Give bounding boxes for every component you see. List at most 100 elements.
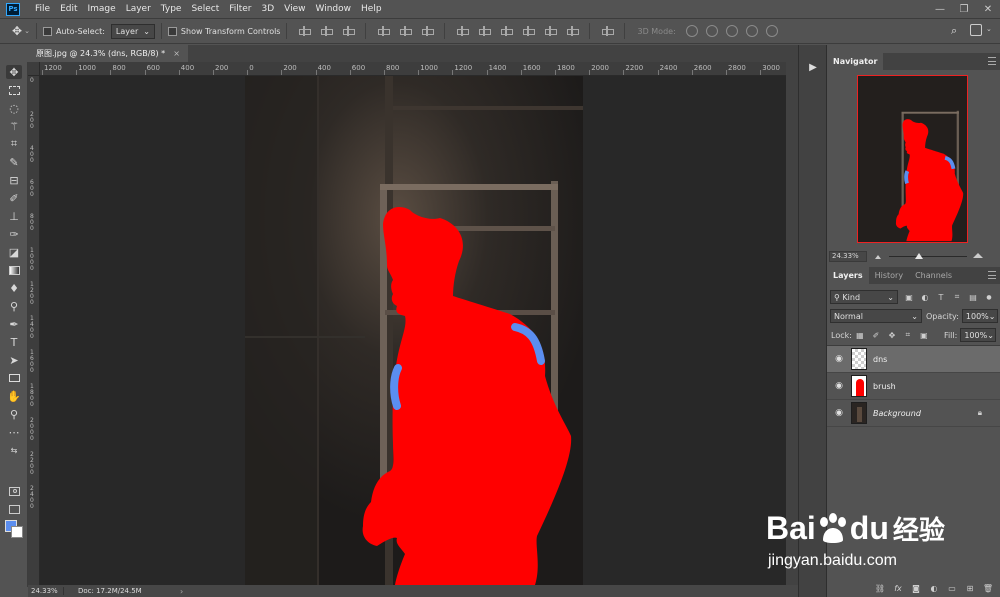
- 3d-slide-icon[interactable]: [745, 25, 758, 37]
- 3d-roll-icon[interactable]: [705, 25, 718, 37]
- quick-mask-icon[interactable]: [6, 484, 22, 498]
- workspace-chevron-down-icon[interactable]: ⌄: [986, 25, 992, 33]
- new-group-icon[interactable]: ▭: [946, 582, 958, 594]
- layers-menu-icon[interactable]: [988, 271, 996, 279]
- filter-pixel-icon[interactable]: ▣: [904, 292, 914, 302]
- filter-shape-icon[interactable]: ⌗: [952, 292, 962, 302]
- menu-image[interactable]: Image: [83, 4, 121, 14]
- document-tab[interactable]: 原图.jpg @ 24.3% (dns, RGB/8) * ×: [28, 45, 188, 62]
- eyedropper-icon[interactable]: ✎: [6, 155, 22, 169]
- link-layers-icon[interactable]: ⛓︎: [874, 582, 886, 594]
- distribute-top-icon[interactable]: [456, 25, 470, 37]
- preset-chevron-down-icon[interactable]: ⌄: [24, 27, 30, 35]
- align-hcenter-icon[interactable]: [399, 25, 413, 37]
- opacity-field[interactable]: 100% ⌄: [961, 309, 998, 323]
- horizontal-ruler[interactable]: 1200 1000 800 600 400 200 0 200 400 600 800 1000 120…: [40, 62, 786, 76]
- stamp-icon[interactable]: ⊥: [6, 209, 22, 223]
- navigator-zoom-field[interactable]: 24.33%: [829, 250, 867, 262]
- vertical-ruler[interactable]: 0 2 0 0 4 0 0 6 0 0 8 0 0 1 0 0 0 1 2 0 0 1 4 0…: [28, 62, 40, 585]
- navigator-slider-handle[interactable]: [915, 253, 923, 259]
- align-right-icon[interactable]: [421, 25, 435, 37]
- distribute-hcenter-icon[interactable]: [544, 25, 558, 37]
- expand-panels-icon[interactable]: ▶: [806, 60, 820, 74]
- show-transform-checkbox[interactable]: [167, 26, 177, 36]
- menu-edit[interactable]: Edit: [55, 4, 82, 14]
- move-icon[interactable]: ✥: [6, 65, 22, 79]
- navigator-menu-icon[interactable]: [988, 57, 996, 65]
- workspace-icon[interactable]: [970, 24, 982, 36]
- distribute-bottom-icon[interactable]: [500, 25, 514, 37]
- visibility-eye-icon[interactable]: ◉: [827, 354, 851, 364]
- menu-3d[interactable]: 3D: [257, 4, 280, 14]
- align-top-icon[interactable]: [298, 25, 312, 37]
- tab-history[interactable]: History: [869, 267, 909, 284]
- pen-icon[interactable]: ✒: [6, 317, 22, 331]
- visibility-eye-icon[interactable]: ◉: [827, 381, 851, 391]
- navigator-zoom-slider[interactable]: [889, 256, 967, 257]
- visibility-eye-icon[interactable]: ◉: [827, 408, 851, 418]
- crop-icon[interactable]: ⌗: [6, 137, 22, 151]
- background-color-swatch[interactable]: [11, 526, 23, 538]
- trash-icon[interactable]: 🗑︎: [982, 582, 994, 594]
- align-bottom-icon[interactable]: [342, 25, 356, 37]
- canvas-area[interactable]: [40, 76, 786, 585]
- filter-type-icon[interactable]: T: [936, 292, 946, 302]
- zoom-icon[interactable]: ⚲: [6, 407, 22, 421]
- magic-wand-icon[interactable]: ⚚: [6, 119, 22, 133]
- blend-mode-dropdown[interactable]: Normal ⌄: [830, 309, 922, 323]
- layer-row-background[interactable]: ◉ Background 🔒︎: [827, 400, 1000, 427]
- new-layer-icon[interactable]: ⊞: [964, 582, 976, 594]
- hand-icon[interactable]: ✋: [6, 389, 22, 403]
- ruler-origin[interactable]: [28, 62, 40, 76]
- navigator-thumbnail[interactable]: [857, 75, 968, 243]
- move-tool-preset-icon[interactable]: ✥: [12, 24, 22, 38]
- brush-icon[interactable]: ✐: [6, 191, 22, 205]
- rectangle-icon[interactable]: [6, 371, 22, 385]
- gradient-icon[interactable]: [6, 263, 22, 277]
- blur-icon[interactable]: ♦: [6, 281, 22, 295]
- add-mask-icon[interactable]: ◙: [910, 582, 922, 594]
- menu-window[interactable]: Window: [311, 4, 357, 14]
- close-tab-icon[interactable]: ×: [173, 49, 180, 58]
- menu-filter[interactable]: Filter: [224, 4, 256, 14]
- auto-align-icon[interactable]: [601, 25, 615, 37]
- search-icon[interactable]: ⌕: [951, 24, 957, 38]
- zoom-in-mountain-icon[interactable]: [973, 253, 983, 258]
- distribute-vcenter-icon[interactable]: [478, 25, 492, 37]
- lock-position-icon[interactable]: ✥: [887, 330, 897, 340]
- auto-select-dropdown[interactable]: Layer ⌄: [110, 23, 155, 39]
- fx-icon[interactable]: fx: [892, 582, 904, 594]
- menu-layer[interactable]: Layer: [121, 4, 156, 14]
- 3d-scale-icon[interactable]: [765, 25, 778, 37]
- screen-mode-icon[interactable]: [6, 502, 22, 516]
- align-left-icon[interactable]: [377, 25, 391, 37]
- menu-help[interactable]: Help: [356, 4, 387, 14]
- minimize-button[interactable]: —: [928, 0, 952, 18]
- history-brush-icon[interactable]: ✑: [6, 227, 22, 241]
- menu-type[interactable]: Type: [156, 4, 187, 14]
- status-zoom[interactable]: 24.33%: [28, 587, 64, 595]
- lasso-icon[interactable]: ◌: [6, 101, 22, 115]
- filter-toggle-icon[interactable]: ●: [984, 292, 994, 302]
- distribute-right-icon[interactable]: [566, 25, 580, 37]
- layer-row-dns[interactable]: ◉ dns: [827, 346, 1000, 373]
- close-window-button[interactable]: ✕: [976, 0, 1000, 18]
- path-select-icon[interactable]: ➤: [6, 353, 22, 367]
- layer-row-brush[interactable]: ◉ brush: [827, 373, 1000, 400]
- tab-channels[interactable]: Channels: [909, 267, 958, 284]
- fill-field[interactable]: 100% ⌄: [960, 328, 997, 342]
- restore-button[interactable]: ❐: [952, 0, 976, 18]
- lock-transparent-icon[interactable]: ▦: [855, 330, 865, 340]
- marquee-icon[interactable]: [6, 83, 22, 97]
- layer-filter-dropdown[interactable]: ⚲ Kind ⌄: [830, 290, 898, 304]
- type-icon[interactable]: T: [6, 335, 22, 349]
- filter-smart-object-icon[interactable]: ▤: [968, 292, 978, 302]
- tab-layers[interactable]: Layers: [827, 267, 869, 284]
- status-menu-arrow-icon[interactable]: ›: [180, 587, 183, 596]
- menu-view[interactable]: View: [279, 4, 310, 14]
- 3d-drag-icon[interactable]: [725, 25, 738, 37]
- swap-colors-icon[interactable]: ⇆: [6, 443, 22, 457]
- distribute-left-icon[interactable]: [522, 25, 536, 37]
- canvas-vertical-scrollbar[interactable]: [786, 62, 798, 585]
- 3d-rotate-icon[interactable]: [685, 25, 698, 37]
